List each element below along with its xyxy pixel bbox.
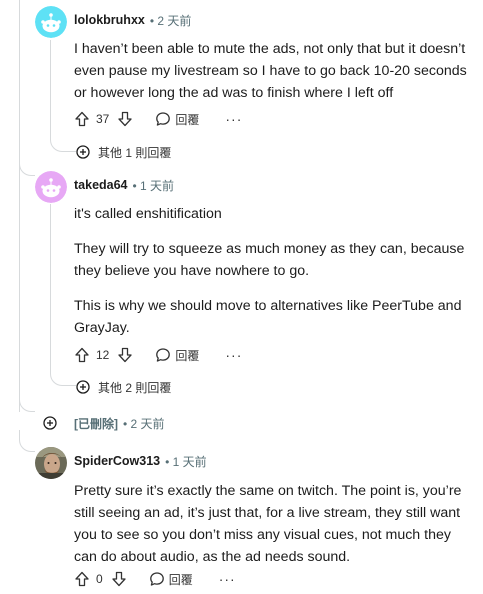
- deleted-timestamp: • 2 天前: [123, 416, 165, 431]
- plus-circle-icon: [76, 380, 90, 394]
- thread-line-comment-2: [50, 204, 51, 370]
- vote-count: 12: [96, 348, 110, 362]
- thread-elbow-root-3: [19, 430, 35, 452]
- upvote-button[interactable]: [74, 347, 90, 363]
- reply-label: 回覆: [175, 112, 200, 127]
- upvote-button[interactable]: [74, 111, 90, 127]
- user-photo-avatar-icon: [35, 447, 67, 479]
- arrow-up-icon: [75, 347, 89, 363]
- more-replies-link[interactable]: 其他 1 則回覆: [76, 142, 171, 162]
- comment-body: Pretty sure it’s exactly the same on twi…: [74, 480, 476, 568]
- arrow-down-icon: [118, 111, 133, 127]
- comment-paragraph: Pretty sure it’s exactly the same on twi…: [74, 483, 462, 565]
- vote-count: 37: [96, 112, 110, 126]
- comment-actions: 0 回覆 ···: [74, 567, 236, 591]
- thread-elbow-comment-1: [50, 130, 76, 152]
- reply-button[interactable]: 回覆: [149, 571, 193, 588]
- speech-bubble-icon: [149, 572, 164, 586]
- more-replies-label: 其他 1 則回覆: [98, 145, 172, 160]
- thread-elbow-root-2: [19, 388, 35, 412]
- speech-bubble-icon: [156, 112, 171, 126]
- comment-timestamp: • 1 天前: [165, 454, 207, 469]
- reply-label: 回覆: [175, 348, 200, 363]
- avatar[interactable]: [35, 447, 67, 479]
- downvote-button[interactable]: [117, 111, 133, 127]
- thread-line-root: [19, 0, 20, 412]
- reply-button[interactable]: 回覆: [155, 347, 199, 364]
- comment-paragraph: This is why we should move to alternativ…: [74, 298, 462, 336]
- thread-line-comment-1: [50, 40, 51, 138]
- more-replies-label: 其他 2 則回覆: [98, 380, 172, 395]
- comment-actions: 37 回覆 ···: [74, 107, 242, 131]
- plus-circle-icon: [43, 416, 57, 430]
- thread-elbow-root-1: [19, 152, 35, 176]
- comment-paragraph: it's called enshitification: [74, 206, 222, 222]
- reddit-snoo-icon: [35, 6, 67, 38]
- thread-elbow-comment-2: [50, 364, 76, 386]
- more-options-button[interactable]: ···: [219, 572, 236, 586]
- comment-paragraph: I haven’t been able to mute the ads, not…: [74, 41, 467, 101]
- vote-count: 0: [96, 572, 103, 586]
- speech-bubble-icon: [156, 348, 171, 362]
- arrow-down-icon: [112, 571, 126, 587]
- comment-timestamp: • 1 天前: [132, 178, 175, 193]
- arrow-up-icon: [75, 571, 89, 587]
- comment-actions: 12 回覆 ···: [74, 343, 242, 367]
- comment-body: it's called enshitification They will tr…: [74, 203, 474, 339]
- comment-body: I haven’t been able to mute the ads, not…: [74, 38, 476, 104]
- downvote-button[interactable]: [111, 571, 127, 587]
- avatar[interactable]: [35, 6, 67, 38]
- more-options-button[interactable]: ···: [225, 112, 242, 126]
- plus-circle-icon: [76, 145, 90, 159]
- comment-paragraph: They will try to squeeze as much money a…: [74, 241, 465, 279]
- author-name[interactable]: lolokbruhxx: [74, 13, 145, 27]
- upvote-button[interactable]: [74, 571, 90, 587]
- author-name[interactable]: takeda64: [74, 178, 128, 192]
- author-name[interactable]: SpiderCow313: [74, 454, 160, 468]
- avatar[interactable]: [35, 171, 67, 203]
- deleted-comment[interactable]: [已刪除] • 2 天前: [43, 413, 165, 433]
- more-options-button[interactable]: ···: [225, 348, 242, 362]
- arrow-down-icon: [118, 347, 133, 363]
- downvote-button[interactable]: [117, 347, 133, 363]
- comment-timestamp: • 2 天前: [149, 13, 192, 28]
- deleted-label: [已刪除]: [74, 416, 118, 431]
- reply-label: 回覆: [168, 572, 193, 587]
- more-replies-link[interactable]: 其他 2 則回覆: [76, 377, 171, 397]
- arrow-up-icon: [75, 111, 89, 127]
- reply-button[interactable]: 回覆: [155, 111, 199, 128]
- reddit-snoo-icon: [35, 171, 67, 203]
